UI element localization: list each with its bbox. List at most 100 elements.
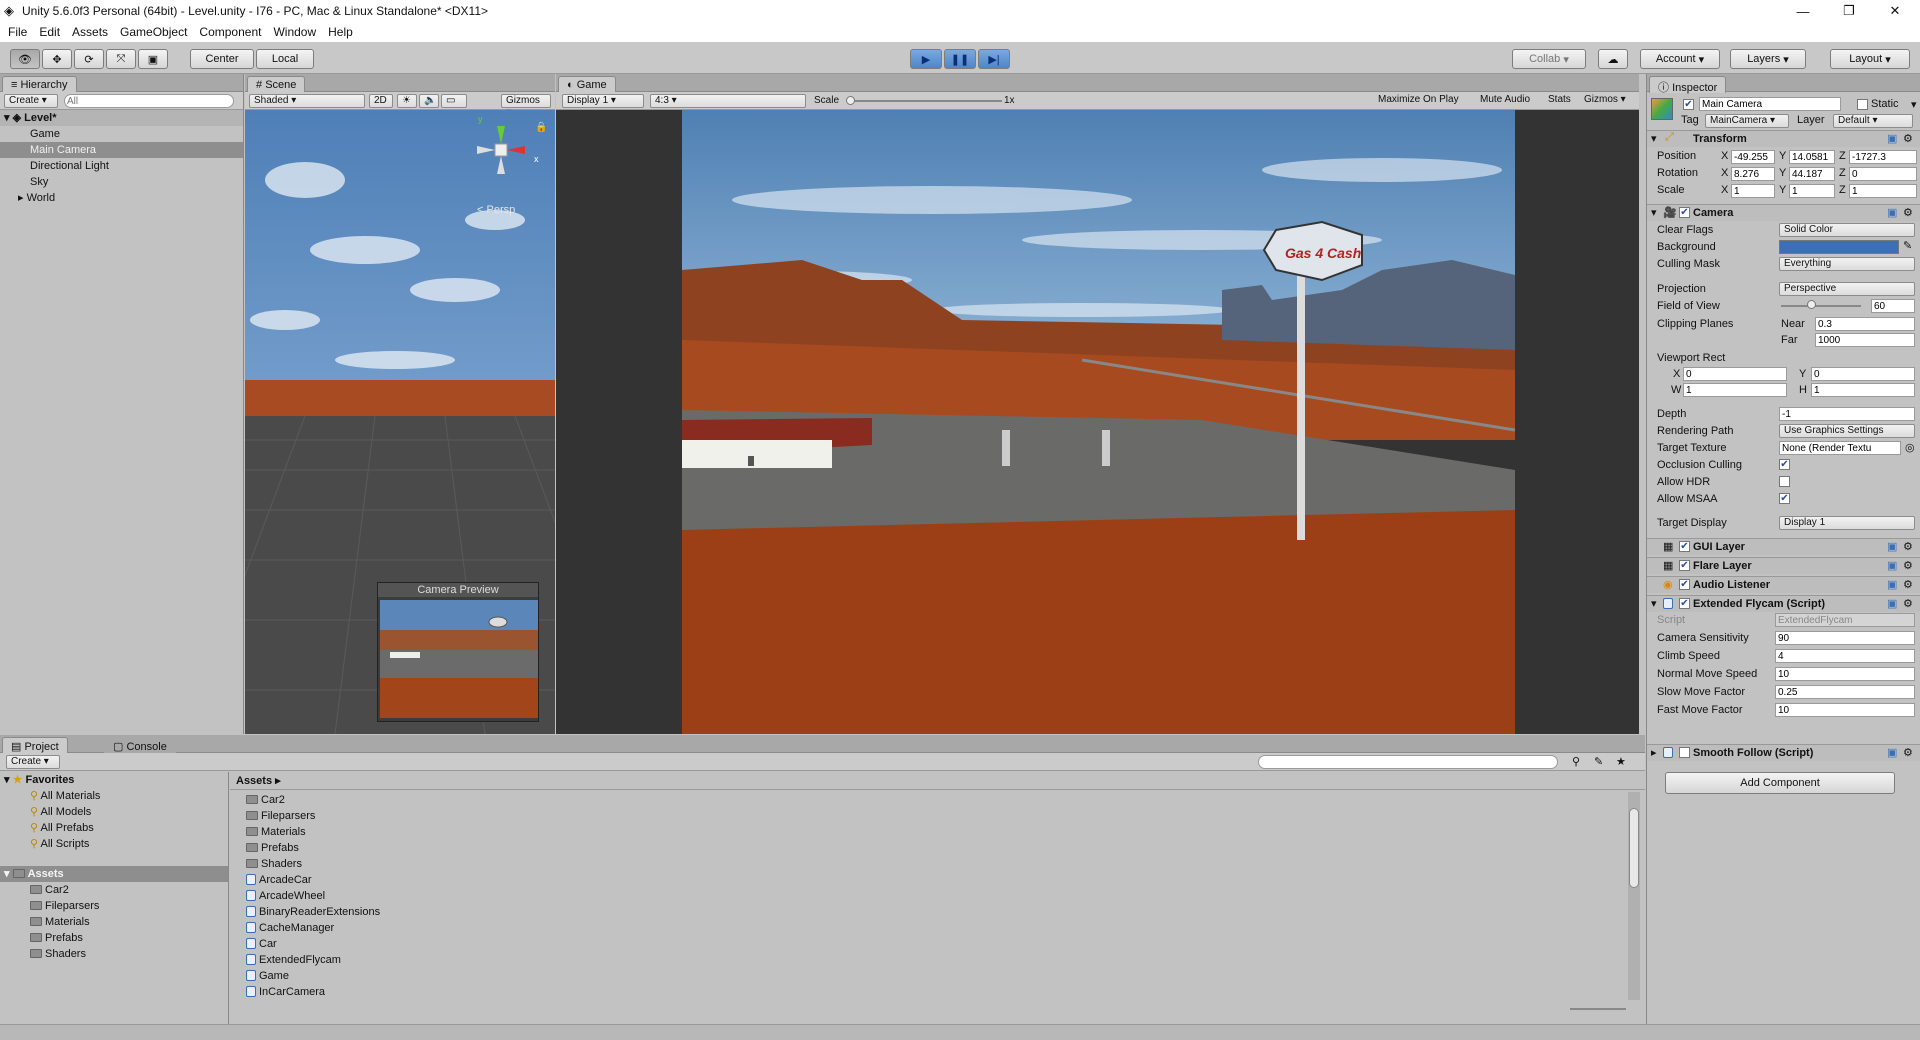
depth-field[interactable] [1779, 407, 1915, 421]
layers-dropdown[interactable]: Layers ▾ [1730, 49, 1806, 69]
step-button[interactable]: ▶| [978, 49, 1010, 69]
tab-game[interactable]: ◐ Game [558, 76, 616, 93]
static-checkbox[interactable] [1857, 99, 1868, 110]
tree-folder-item[interactable]: Car2 [0, 882, 228, 898]
gear-icon[interactable]: ⚙ [1903, 540, 1913, 553]
rect-tool-button[interactable]: ▣ [138, 49, 168, 69]
layout-dropdown[interactable]: Layout ▾ [1830, 49, 1910, 69]
menu-window[interactable]: Window [273, 25, 316, 39]
filter-type-icon[interactable]: ⚲ [1572, 755, 1580, 768]
climb-speed-field[interactable] [1775, 649, 1915, 663]
asset-folder[interactable]: Prefabs [246, 840, 1645, 856]
asset-folder[interactable]: Fileparsers [246, 808, 1645, 824]
account-dropdown[interactable]: Account ▾ [1640, 49, 1720, 69]
fov-field[interactable] [1871, 299, 1915, 313]
allow-hdr-checkbox[interactable] [1779, 476, 1790, 487]
add-component-button[interactable]: Add Component [1665, 772, 1895, 794]
favorite-item[interactable]: ⚲ All Prefabs [0, 820, 228, 836]
menu-edit[interactable]: Edit [39, 25, 60, 39]
rendering-path-dropdown[interactable]: Use Graphics Settings [1779, 424, 1915, 438]
asset-folder[interactable]: Materials [246, 824, 1645, 840]
asset-folder[interactable]: Car2 [246, 792, 1645, 808]
shading-mode-dropdown[interactable]: Shaded ▾ [249, 94, 365, 108]
fast-move-factor-field[interactable] [1775, 703, 1915, 717]
flycam-header[interactable]: ▾ ✔ Extended Flycam (Script) ▣ ⚙ [1647, 595, 1920, 612]
game-viewport[interactable]: Gas 4 Cash [682, 110, 1515, 734]
pause-button[interactable]: ❚❚ [944, 49, 976, 69]
tree-folder-item[interactable]: Materials [0, 914, 228, 930]
flare-layer-header[interactable]: ▦ ✔ Flare Layer ▣ ⚙ [1647, 557, 1920, 574]
tab-scene[interactable]: # Scene [247, 76, 306, 93]
camera-sensitivity-field[interactable] [1775, 631, 1915, 645]
position-z-field[interactable] [1849, 150, 1917, 164]
filter-label-icon[interactable]: ✎ [1594, 755, 1603, 768]
eyedropper-icon[interactable]: ✎ [1903, 239, 1912, 252]
favorite-item[interactable]: ⚲ All Scripts [0, 836, 228, 852]
gui-layer-header[interactable]: ▦ ✔ GUI Layer ▣ ⚙ [1647, 538, 1920, 555]
help-icon[interactable]: ▣ [1887, 132, 1897, 145]
tree-folder-item[interactable]: Fileparsers [0, 898, 228, 914]
move-tool-button[interactable]: ✥ [42, 49, 72, 69]
expand-arrow-icon[interactable]: ▸ [1651, 746, 1657, 759]
stats-toggle[interactable]: Stats [1544, 94, 1578, 108]
asset-script[interactable]: ArcadeWheel [246, 888, 1645, 904]
menu-file[interactable]: File [8, 25, 27, 39]
audio-listener-header[interactable]: ◉ ✔ Audio Listener ▣ ⚙ [1647, 576, 1920, 593]
mode-2d-toggle[interactable]: 2D [369, 94, 393, 108]
camera-enabled-checkbox[interactable]: ✔ [1679, 207, 1690, 218]
tab-project[interactable]: ▤ Project [2, 737, 68, 754]
view-tool-button[interactable]: 👁 [10, 49, 40, 69]
asset-script[interactable]: InCarCamera [246, 984, 1645, 1000]
breadcrumb-assets[interactable]: Assets [236, 775, 272, 787]
play-button[interactable]: ▶ [910, 49, 942, 69]
help-icon[interactable]: ▣ [1887, 540, 1897, 553]
favorite-item[interactable]: ⚲ All Materials [0, 788, 228, 804]
occlusion-culling-checkbox[interactable]: ✔ [1779, 459, 1790, 470]
scene-gizmos-dropdown[interactable]: Gizmos ▾ [501, 94, 551, 118]
tab-hierarchy[interactable]: ≡ Hierarchy [2, 76, 77, 93]
hierarchy-item-game[interactable]: Game [0, 126, 243, 142]
position-y-field[interactable] [1789, 150, 1835, 164]
viewport-w-field[interactable] [1683, 383, 1787, 397]
static-dropdown-arrow-icon[interactable]: ▾ [1911, 98, 1917, 111]
assets-root-row[interactable]: ▾ Assets [0, 866, 228, 882]
fov-slider[interactable] [1781, 305, 1861, 307]
asset-script[interactable]: BinaryReaderExtensions [246, 904, 1645, 920]
flycam-checkbox[interactable]: ✔ [1679, 598, 1690, 609]
layer-dropdown[interactable]: Default ▾ [1833, 114, 1913, 128]
favorite-star-icon[interactable]: ★ [1616, 755, 1626, 768]
object-name-field[interactable] [1699, 97, 1841, 111]
asset-folder[interactable]: Shaders [246, 856, 1645, 872]
menu-help[interactable]: Help [328, 25, 353, 39]
rotation-x-field[interactable] [1731, 167, 1775, 181]
tree-folder-item[interactable]: Shaders [0, 946, 228, 962]
audio-listener-checkbox[interactable]: ✔ [1679, 579, 1690, 590]
scene-audio-toggle[interactable]: 🔈 [419, 94, 439, 108]
transform-header[interactable]: ▾ ⤢ Transform ▣ ⚙ [1647, 130, 1920, 147]
icon-size-slider[interactable] [1570, 1008, 1626, 1010]
help-icon[interactable]: ▣ [1887, 746, 1897, 759]
collapse-arrow-icon[interactable]: ▾ [1651, 597, 1657, 610]
tree-folder-item[interactable]: Prefabs [0, 930, 228, 946]
viewport-x-field[interactable] [1683, 367, 1787, 381]
smooth-follow-header[interactable]: ▸ Smooth Follow (Script) ▣ ⚙ [1647, 744, 1920, 761]
viewport-y-field[interactable] [1811, 367, 1915, 381]
far-field[interactable] [1815, 333, 1915, 347]
slow-move-factor-field[interactable] [1775, 685, 1915, 699]
camera-header[interactable]: ▾ 🎥 ✔ Camera ▣ ⚙ [1647, 204, 1920, 221]
smooth-follow-checkbox[interactable] [1679, 747, 1690, 758]
hierarchy-item-sky[interactable]: Sky [0, 174, 243, 190]
menu-component[interactable]: Component [199, 25, 261, 39]
favorites-row[interactable]: ▾ ★ Favorites [0, 772, 228, 788]
gear-icon[interactable]: ⚙ [1903, 746, 1913, 759]
pivot-center-button[interactable]: Center [190, 49, 254, 69]
asset-scrollbar-thumb[interactable] [1629, 808, 1639, 888]
help-icon[interactable]: ▣ [1887, 578, 1897, 591]
collab-button[interactable]: Collab ▾ [1512, 49, 1586, 69]
clear-flags-dropdown[interactable]: Solid Color [1779, 223, 1915, 237]
scene-orientation-gizmo[interactable] [471, 120, 531, 180]
menu-assets[interactable]: Assets [72, 25, 108, 39]
persp-label[interactable]: < Persp [477, 204, 515, 216]
cloud-button[interactable]: ☁ [1598, 49, 1628, 69]
minimize-button[interactable]: — [1780, 0, 1826, 22]
